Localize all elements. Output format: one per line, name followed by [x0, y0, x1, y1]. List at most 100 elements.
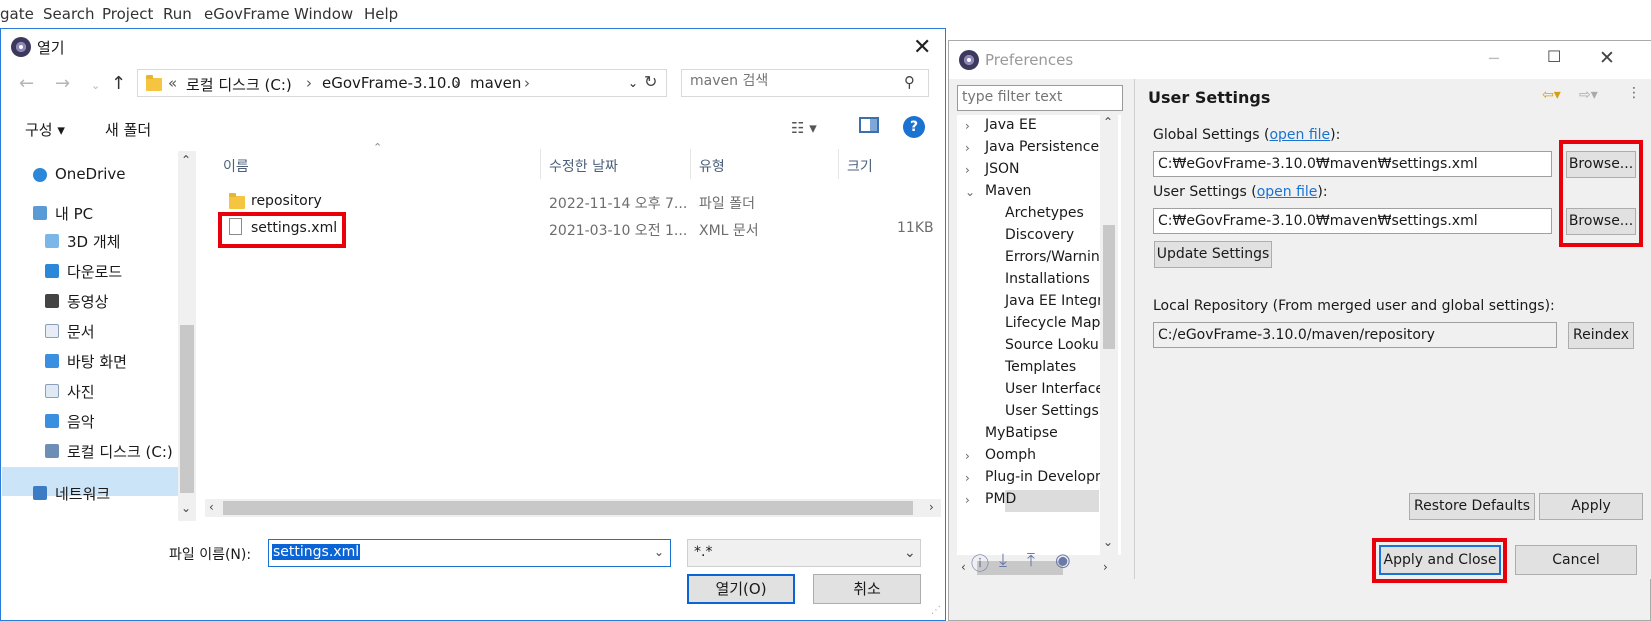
search-icon[interactable]: ⚲ [904, 73, 915, 91]
scroll-up-icon[interactable]: ⌃ [181, 153, 191, 167]
tree-item[interactable]: Oomph [985, 447, 1036, 463]
address-overflow[interactable]: « [168, 74, 177, 92]
file-list-hscrollbar[interactable]: ‹ › [205, 499, 941, 517]
global-open-file-link[interactable]: open file [1269, 127, 1330, 143]
expand-right-icon[interactable]: › [965, 471, 970, 485]
column-divider[interactable] [540, 149, 541, 179]
column-header-date[interactable]: 수정한 날짜 [549, 156, 618, 176]
global-settings-path-field[interactable]: C:₩eGovFrame-3.10.0₩maven₩settings.xml [1153, 151, 1552, 177]
user-open-file-link[interactable]: open file [1257, 184, 1318, 200]
search-box[interactable]: ⚲ [681, 69, 929, 97]
menu-navigate[interactable]: gate [0, 5, 34, 23]
tree-vscrollbar-thumb[interactable] [1103, 225, 1115, 349]
address-dropdown-icon[interactable]: ⌄ [628, 76, 638, 90]
tree-item[interactable]: Templates [1005, 359, 1076, 375]
apply-button[interactable]: Apply [1539, 493, 1643, 520]
address-bar[interactable]: « 로컬 디스크 (C:) › eGovFrame-3.10.0 › maven… [137, 69, 667, 97]
tree-item[interactable]: Archetypes [1005, 205, 1084, 221]
new-folder-button[interactable]: 새 폴더 [105, 119, 151, 140]
expand-right-icon[interactable]: › [965, 449, 970, 463]
hscrollbar-thumb[interactable] [223, 501, 913, 515]
export-icon[interactable]: ⤒ [1027, 550, 1035, 571]
menu-help[interactable]: Help [364, 5, 398, 23]
tree-item[interactable]: Java EE [985, 117, 1037, 133]
open-button[interactable]: 열기(O) [687, 574, 795, 604]
address-segment-drive[interactable]: 로컬 디스크 (C:) [186, 74, 292, 95]
organize-menu[interactable]: 구성 ▾ [25, 119, 65, 140]
tree-item[interactable]: MyBatipse [985, 425, 1058, 441]
scroll-down-icon[interactable]: ⌄ [1103, 535, 1113, 549]
nav-scrollbar-thumb[interactable] [180, 325, 194, 493]
scroll-up-icon[interactable]: ⌃ [1103, 115, 1113, 129]
up-icon[interactable]: ↑ [111, 73, 126, 94]
forward-arrow-icon[interactable]: ⇨▾ [1579, 87, 1598, 103]
tree-item[interactable]: JSON [985, 161, 1020, 177]
cancel-button[interactable]: 취소 [813, 574, 921, 604]
forward-icon[interactable]: → [55, 73, 70, 94]
tree-item[interactable]: User Interface [1005, 381, 1104, 397]
cancel-button[interactable]: Cancel [1515, 545, 1637, 575]
user-settings-path-field[interactable]: C:₩eGovFrame-3.10.0₩maven₩settings.xml [1153, 208, 1552, 234]
chevron-right-icon[interactable]: › [454, 74, 460, 92]
minimize-icon[interactable]: ─ [1489, 49, 1499, 68]
expand-right-icon[interactable]: › [965, 163, 970, 177]
nav-scrollbar[interactable]: ⌃ ⌄ [178, 151, 196, 521]
column-header-name[interactable]: 이름 [223, 156, 249, 176]
chevron-down-icon[interactable]: ⌄ [904, 545, 916, 561]
tree-hscrollbar-thumb[interactable] [977, 561, 1063, 575]
tree-item[interactable]: User Settings [1005, 403, 1099, 419]
scroll-right-icon[interactable]: › [929, 500, 934, 514]
view-menu-icon[interactable]: ⋮ [1627, 85, 1641, 101]
column-header-type[interactable]: 유형 [699, 156, 725, 176]
preference-filter-input[interactable] [962, 89, 1117, 105]
update-settings-button[interactable]: Update Settings [1154, 241, 1272, 268]
tree-vscrollbar[interactable]: ⌃ ⌄ [1100, 115, 1118, 555]
scroll-left-icon[interactable]: ‹ [961, 560, 966, 574]
tree-item[interactable]: Discovery [1005, 227, 1074, 243]
tree-item[interactable]: Installations [1005, 271, 1090, 287]
tree-item[interactable]: Plug-in Developm [985, 469, 1109, 485]
close-icon[interactable]: ✕ [1599, 49, 1615, 68]
file-type-filter[interactable]: *.* ⌄ [687, 539, 921, 567]
column-divider[interactable] [838, 149, 839, 179]
restore-defaults-button[interactable]: Restore Defaults [1409, 493, 1535, 520]
expand-down-icon[interactable]: ⌄ [965, 185, 975, 199]
help-icon[interactable]: ? [903, 116, 925, 138]
menu-egovframe[interactable]: eGovFrame [204, 5, 290, 23]
preference-filter-box[interactable] [957, 85, 1123, 111]
menu-run[interactable]: Run [163, 5, 192, 23]
scroll-right-icon[interactable]: › [1103, 560, 1108, 574]
menu-project[interactable]: Project [102, 5, 153, 23]
menu-window[interactable]: Window [294, 5, 353, 23]
tree-item[interactable]: Java EE Integra [1005, 293, 1112, 309]
chevron-right-icon[interactable]: › [306, 74, 312, 92]
tree-item[interactable]: Errors/Warning [1005, 249, 1109, 265]
column-divider[interactable] [690, 149, 691, 179]
tree-item[interactable]: Lifecycle Mapp [1005, 315, 1109, 331]
tree-item[interactable]: Java Persistence [985, 139, 1099, 155]
expand-right-icon[interactable]: › [965, 493, 970, 507]
address-segment-egovframe[interactable]: eGovFrame-3.10.0 [322, 74, 461, 92]
import-icon[interactable]: ⤓ [999, 550, 1007, 571]
chevron-down-icon[interactable]: ⌄ [654, 545, 664, 559]
address-segment-maven[interactable]: maven [470, 74, 521, 92]
filename-input[interactable]: settings.xml ⌄ [268, 539, 671, 567]
help-icon[interactable]: ⓘ [971, 550, 989, 576]
tree-item[interactable]: PMD [985, 491, 1016, 507]
maximize-icon[interactable]: ☐ [1547, 47, 1561, 66]
reindex-button[interactable]: Reindex [1568, 322, 1634, 349]
recent-dropdown-icon[interactable]: ⌄ [91, 79, 100, 92]
column-header-size[interactable]: 크기 [847, 156, 873, 176]
menu-search[interactable]: Search [43, 5, 95, 23]
chevron-right-icon[interactable]: › [524, 74, 530, 92]
tree-item[interactable]: Maven [985, 183, 1031, 199]
close-icon[interactable]: ✕ [913, 37, 931, 59]
record-icon[interactable]: ◉ [1055, 550, 1071, 571]
expand-right-icon[interactable]: › [965, 119, 970, 133]
search-input[interactable] [690, 73, 890, 89]
view-options-icon[interactable]: ☷ ▾ [791, 119, 817, 137]
tree-item[interactable]: Source Lookup [1005, 337, 1108, 353]
scroll-down-icon[interactable]: ⌄ [181, 501, 191, 515]
preview-pane-icon[interactable] [859, 117, 879, 133]
back-icon[interactable]: ← [19, 73, 34, 94]
